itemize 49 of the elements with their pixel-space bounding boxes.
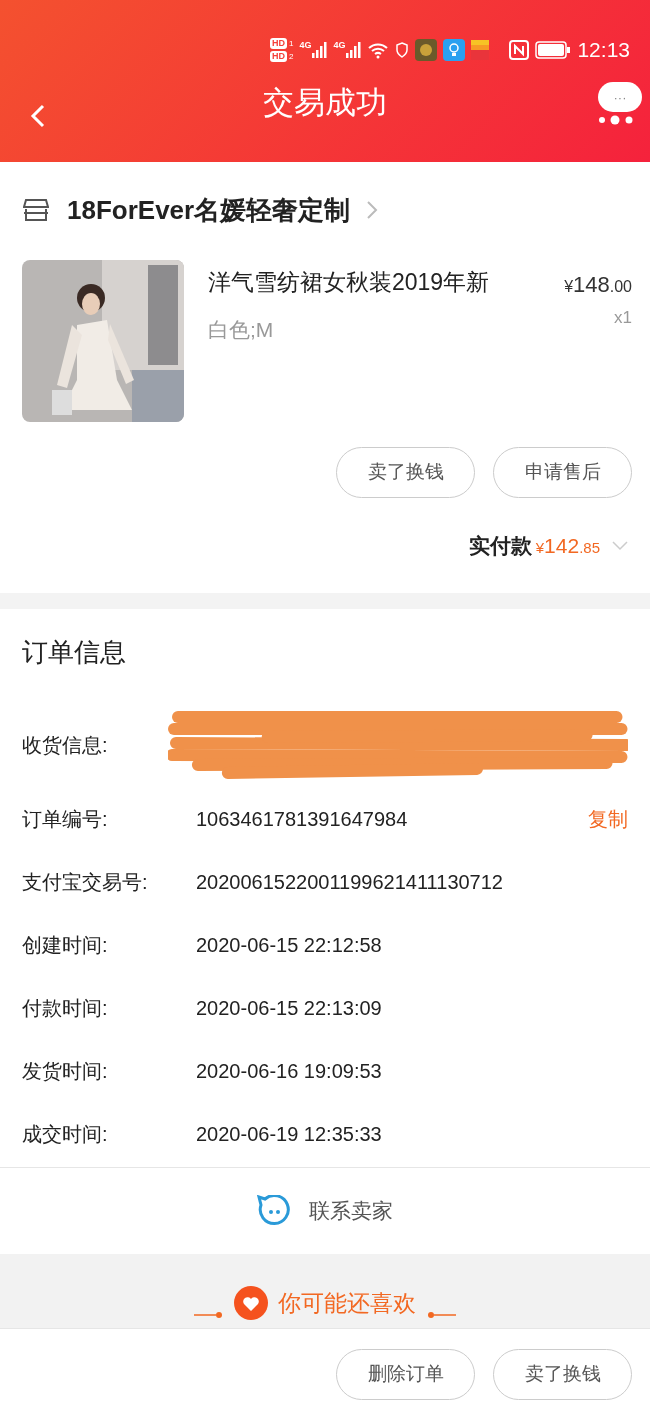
product-variant: 白色;M [208, 316, 275, 343]
sim-badge: HD [269, 51, 287, 62]
sim-slot: 1 [288, 39, 294, 48]
field-value: 2020061522001199621411130712 [196, 869, 503, 895]
recommend-title: 你可能还喜欢 [278, 1288, 416, 1318]
shield-icon [395, 42, 410, 58]
signal-icon [311, 41, 328, 59]
chat-face-icon [257, 1195, 291, 1227]
field-label: 收货信息: [22, 732, 109, 758]
field-label: 订单编号: [22, 806, 109, 832]
product-quantity: x1 [614, 307, 632, 329]
section-title: 订单信息 [22, 636, 127, 669]
field-label: 支付宝交易号: [22, 869, 149, 895]
field-value: 2020-06-16 19:09:53 [196, 1058, 382, 1084]
back-button[interactable] [30, 103, 46, 129]
bulb-icon [443, 39, 466, 61]
app-icon [415, 39, 438, 61]
field-value: 2020-06-19 12:35:33 [196, 1121, 382, 1147]
page-title: 交易成功 [262, 84, 388, 122]
chevron-right-icon [366, 200, 379, 220]
divider-dot-icon [194, 1310, 224, 1320]
battery-icon [535, 41, 572, 59]
wifi-icon [367, 41, 390, 59]
app-icon [471, 40, 490, 60]
network-label: 4G [333, 41, 346, 50]
more-dots-icon [598, 114, 634, 126]
network-label: 4G [299, 41, 312, 50]
store-name-link[interactable]: 18ForEver名媛轻奢定制 [67, 190, 351, 230]
field-value: 2020-06-15 22:12:58 [196, 932, 382, 958]
field-label: 发货时间: [22, 1058, 109, 1084]
nfc-icon [509, 40, 530, 60]
product-title: 洋气雪纺裙女秋装2019年新 [208, 268, 491, 297]
payment-amount: ¥142.85 [535, 532, 600, 559]
chevron-down-icon [612, 540, 628, 551]
clock-time: 12:13 [577, 37, 630, 64]
sim-slot: 2 [288, 52, 294, 61]
field-value: 2020-06-15 22:13:09 [196, 995, 382, 1021]
contact-seller-button[interactable]: 联系卖家 [257, 1195, 393, 1227]
product-price: ¥148.00 [564, 271, 632, 299]
divider-dot-icon [426, 1310, 456, 1320]
field-label: 成交时间: [22, 1121, 109, 1147]
sim-badge: HD [269, 38, 287, 49]
field-label: 创建时间: [22, 932, 109, 958]
more-button[interactable]: ··· [598, 82, 642, 112]
field-label: 付款时间: [22, 995, 109, 1021]
signal-icon [345, 41, 362, 59]
store-icon [23, 198, 49, 222]
field-value: 1063461781391647984 [196, 806, 409, 832]
payment-label: 实付款 [468, 532, 532, 559]
